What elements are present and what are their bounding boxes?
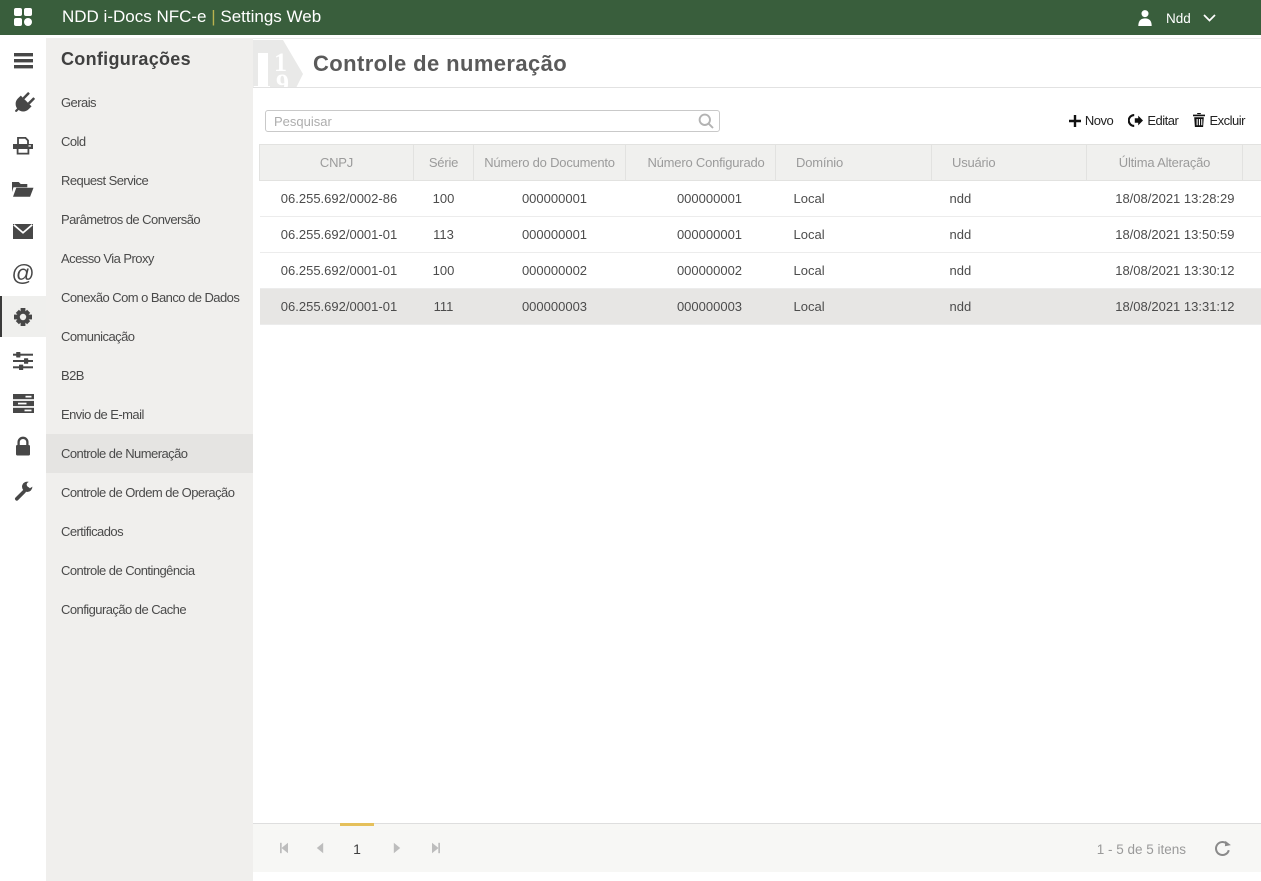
svg-text:9: 9	[276, 69, 289, 88]
